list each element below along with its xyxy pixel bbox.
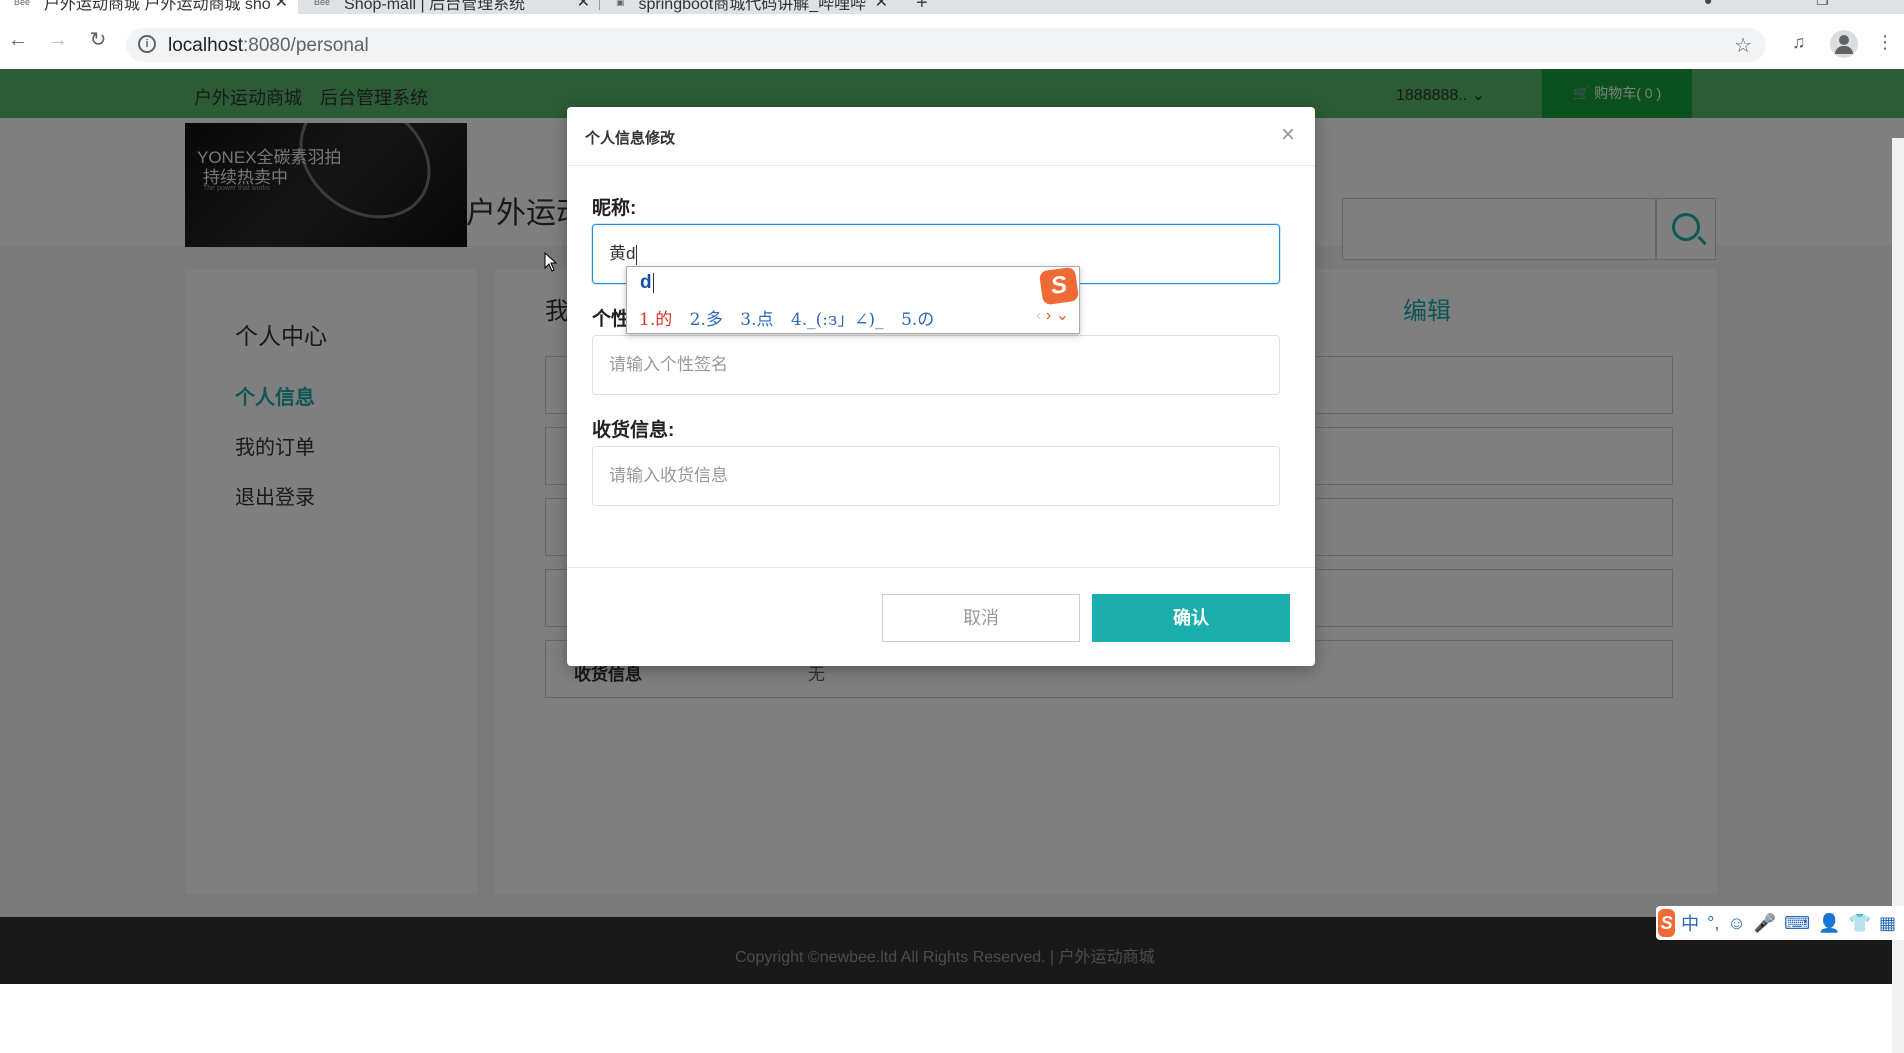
browser-tab-strip: Bee 户外运动商城 户外运动商城 sho ✕ Bee Shop-mall | … xyxy=(0,0,1904,14)
browser-tab[interactable]: Bee Shop-mall | 后台管理系统 ✕ xyxy=(300,0,600,14)
close-icon[interactable]: × xyxy=(1281,121,1295,149)
ime-candidate[interactable]: 1.的 xyxy=(639,310,672,330)
browser-tab-active[interactable]: Bee 户外运动商城 户外运动商城 sho ✕ xyxy=(0,0,298,14)
ime-status-bar: S 中 °, ☺ 🎤 ⌨ 👤 👕 ▦ xyxy=(1656,906,1904,940)
info-icon[interactable]: i xyxy=(138,35,156,53)
signature-placeholder: 请输入个性签名 xyxy=(609,355,728,374)
ime-candidate[interactable]: 3.点 xyxy=(740,310,773,330)
ime-candidates: 1.的 2.多 3.点 4._(:з」∠)_ 5.の xyxy=(639,305,946,330)
bilibili-icon: ▣ xyxy=(616,0,625,7)
address-placeholder: 请输入收货信息 xyxy=(609,466,728,485)
nickname-label: 昵称: xyxy=(592,198,637,219)
address-input[interactable]: 请输入收货信息 xyxy=(592,446,1280,506)
ime-mode-chinese[interactable]: 中 xyxy=(1681,910,1699,936)
ime-candidate[interactable]: 4._(:з」∠)_ xyxy=(791,310,884,330)
signature-input[interactable]: 请输入个性签名 xyxy=(592,335,1280,395)
tab-title: 户外运动商城 户外运动商城 sho xyxy=(44,0,271,13)
browser-toolbar: ← → ↻ i localhost:8080/personal ☆ ♫ ⋮ xyxy=(0,14,1904,74)
address-label: 收货信息: xyxy=(592,420,675,441)
media-control-icon[interactable]: ♫ xyxy=(1792,32,1806,53)
ime-candidate-window: d S 1.的 2.多 3.点 4._(:з」∠)_ 5.の ‹ › ⌄ xyxy=(626,266,1080,334)
profile-avatar-icon[interactable] xyxy=(1830,30,1858,58)
back-icon[interactable]: ← xyxy=(6,28,30,52)
edit-profile-modal: 个人信息修改 × 昵称: 黄d 个性 请输入个性签名 收货信息: 请输入收货信息… xyxy=(567,107,1315,666)
modal-title: 个人信息修改 xyxy=(585,130,676,147)
chevron-left-icon: ‹ xyxy=(1036,307,1042,324)
menu-icon[interactable]: ⋮ xyxy=(1876,32,1894,53)
profile-dot-icon[interactable]: ● xyxy=(1704,0,1712,8)
user-icon[interactable]: 👤 xyxy=(1818,913,1840,934)
ime-page-arrows[interactable]: ‹ › ⌄ xyxy=(1036,305,1069,325)
ime-composition: d xyxy=(640,272,654,293)
bookmark-star-icon[interactable]: ☆ xyxy=(1734,33,1752,58)
confirm-button[interactable]: 确认 xyxy=(1092,594,1290,642)
tab-title: Shop-mall | 后台管理系统 xyxy=(344,0,526,13)
text-caret xyxy=(636,244,638,265)
close-icon[interactable]: ✕ xyxy=(875,0,888,12)
forward-icon[interactable]: → xyxy=(46,28,70,52)
restore-window-icon[interactable]: ❐ xyxy=(1816,0,1829,9)
sogou-logo-icon[interactable]: S xyxy=(1658,909,1676,937)
url-text[interactable]: localhost:8080/personal xyxy=(168,35,369,57)
skin-icon[interactable]: 👕 xyxy=(1849,913,1871,934)
sogou-logo-icon: S xyxy=(1038,266,1080,306)
close-icon[interactable]: ✕ xyxy=(577,0,590,12)
address-bar[interactable]: i localhost:8080/personal ☆ xyxy=(126,28,1766,62)
toolbox-icon[interactable]: ▦ xyxy=(1879,913,1896,934)
cancel-button[interactable]: 取消 xyxy=(882,594,1080,642)
tab-favicon: Bee xyxy=(314,0,331,7)
modal-header: 个人信息修改 × xyxy=(567,107,1315,166)
punctuation-icon[interactable]: °, xyxy=(1707,913,1719,934)
ime-candidate[interactable]: 2.多 xyxy=(690,310,723,330)
signature-label: 个性 xyxy=(592,309,631,330)
ime-candidate[interactable]: 5.の xyxy=(901,310,934,330)
emoji-icon[interactable]: ☺ xyxy=(1727,913,1745,934)
microphone-icon[interactable]: 🎤 xyxy=(1754,913,1776,934)
tab-title: springboot商城代码讲解_哔哩哔 xyxy=(638,0,867,13)
tab-favicon: Bee xyxy=(14,0,31,7)
close-icon[interactable]: ✕ xyxy=(275,0,288,12)
new-tab-icon[interactable]: + xyxy=(916,0,928,14)
reload-icon[interactable]: ↻ xyxy=(86,28,110,52)
modal-footer: 取消 确认 xyxy=(567,567,1315,666)
keyboard-icon[interactable]: ⌨ xyxy=(1784,913,1810,934)
browser-tab[interactable]: ▣ springboot商城代码讲解_哔哩哔 ✕ xyxy=(602,0,898,14)
